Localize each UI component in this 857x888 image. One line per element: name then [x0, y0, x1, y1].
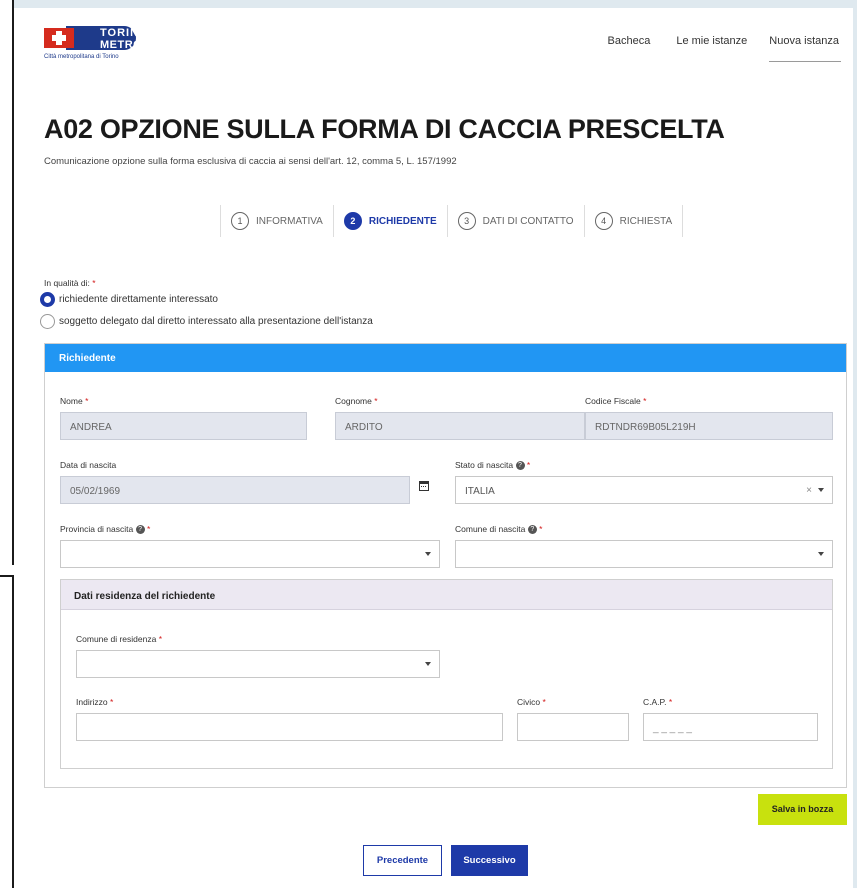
data-nascita-label: Data di nascita [60, 460, 117, 470]
radio-label: soggetto delegato dal diretto interessat… [59, 316, 373, 327]
nav-bacheca[interactable]: Bacheca [608, 35, 651, 62]
data-nascita-field[interactable]: 05/02/1969 [60, 476, 410, 504]
left-frame-bottom [0, 575, 14, 888]
step-richiedente[interactable]: 2 RICHIEDENTE [334, 205, 448, 237]
flag-icon [44, 28, 74, 48]
stato-nascita-value: ITALIA [465, 486, 495, 497]
indirizzo-input[interactable] [76, 713, 503, 741]
page-title: A02 OPZIONE SULLA FORMA DI CACCIA PRESCE… [44, 114, 725, 144]
qualita-label: In qualità di: * [44, 278, 96, 288]
comune-residenza-select[interactable] [76, 650, 440, 678]
comune-nascita-label: Comune di nascita ? * [455, 524, 543, 535]
logo-badge: TORINO METROPOLI [66, 26, 169, 51]
cap-input[interactable]: _ _ _ _ _ [643, 713, 818, 741]
logo-line2: METROPOLI [100, 39, 170, 51]
stato-nascita-label: Stato di nascita ? * [455, 460, 531, 471]
page-subtitle: Comunicazione opzione sulla forma esclus… [44, 156, 457, 167]
top-nav: Bacheca Le mie istanze Nuova istanza [582, 35, 841, 62]
chevron-down-icon [818, 552, 824, 556]
chevron-down-icon [818, 488, 824, 492]
nav-mie-istanze[interactable]: Le mie istanze [676, 35, 747, 62]
richiedente-panel: Richiedente Nome * ANDREA Cognome * ARDI… [44, 343, 847, 788]
qualita-label-text: In qualità di: [44, 278, 90, 288]
provincia-nascita-label: Provincia di nascita ? * [60, 524, 151, 535]
chevron-down-icon [425, 662, 431, 666]
step-dati-contatto[interactable]: 3 DATI DI CONTATTO [448, 205, 585, 237]
nav-nuova-istanza[interactable]: Nuova istanza [769, 35, 841, 62]
indirizzo-label: Indirizzo * [76, 697, 114, 707]
radio-unchecked-icon[interactable] [40, 314, 55, 329]
step-number: 1 [231, 212, 249, 230]
right-edge [853, 0, 857, 888]
nome-field[interactable]: ANDREA [60, 412, 307, 440]
cognome-label: Cognome * [335, 396, 378, 406]
logo-subtitle: Città metropolitana di Torino [44, 54, 119, 60]
calendar-icon[interactable] [419, 481, 429, 491]
residenza-header: Dati residenza del richiedente [61, 580, 832, 610]
required-mark: * [92, 278, 96, 288]
step-number: 2 [343, 212, 362, 230]
civico-input[interactable] [517, 713, 629, 741]
comune-residenza-label: Comune di residenza * [76, 634, 163, 644]
step-label: DATI DI CONTATTO [482, 215, 574, 227]
step-number: 4 [594, 212, 613, 230]
cap-label: C.A.P. * [643, 697, 673, 707]
radio-checked-icon[interactable] [40, 292, 55, 307]
next-button[interactable]: Successivo [451, 845, 528, 876]
top-strip [0, 0, 857, 8]
residenza-panel: Dati residenza del richiedente Comune di… [60, 579, 833, 769]
radio-option-delegato[interactable]: soggetto delegato dal diretto interessat… [40, 314, 373, 329]
help-icon: ? [527, 525, 537, 535]
left-frame-top [0, 0, 14, 565]
clear-icon[interactable]: × [806, 485, 812, 496]
logo[interactable]: TORINO METROPOLI Città metropolitana di … [44, 22, 169, 66]
save-draft-button[interactable]: Salva in bozza [758, 794, 847, 825]
step-number: 3 [457, 212, 476, 230]
help-icon: ? [135, 525, 145, 535]
wizard-stepper: 1 INFORMATIVA 2 RICHIEDENTE 3 DATI DI CO… [220, 205, 684, 237]
step-informativa[interactable]: 1 INFORMATIVA [220, 205, 334, 237]
nome-label: Nome * [60, 396, 89, 406]
civico-label: Civico * [517, 697, 546, 707]
radio-option-diretto[interactable]: richiedente direttamente interessato [40, 292, 218, 307]
step-label: RICHIESTA [619, 215, 673, 227]
provincia-nascita-select[interactable] [60, 540, 440, 568]
radio-label: richiedente direttamente interessato [59, 294, 218, 305]
stato-nascita-select[interactable]: ITALIA × [455, 476, 833, 504]
codice-fiscale-field[interactable]: RDTNDR69B05L219H [585, 412, 833, 440]
help-icon: ? [515, 461, 525, 471]
richiedente-header: Richiedente [45, 344, 846, 372]
step-label: RICHIEDENTE [368, 215, 437, 227]
chevron-down-icon [425, 552, 431, 556]
codice-fiscale-label: Codice Fiscale * [585, 396, 647, 406]
cognome-field[interactable]: ARDITO [335, 412, 585, 440]
previous-button[interactable]: Precedente [363, 845, 442, 876]
step-label: INFORMATIVA [256, 215, 323, 227]
logo-line1: TORINO [100, 27, 149, 39]
comune-nascita-select[interactable] [455, 540, 833, 568]
step-richiesta[interactable]: 4 RICHIESTA [585, 205, 684, 237]
